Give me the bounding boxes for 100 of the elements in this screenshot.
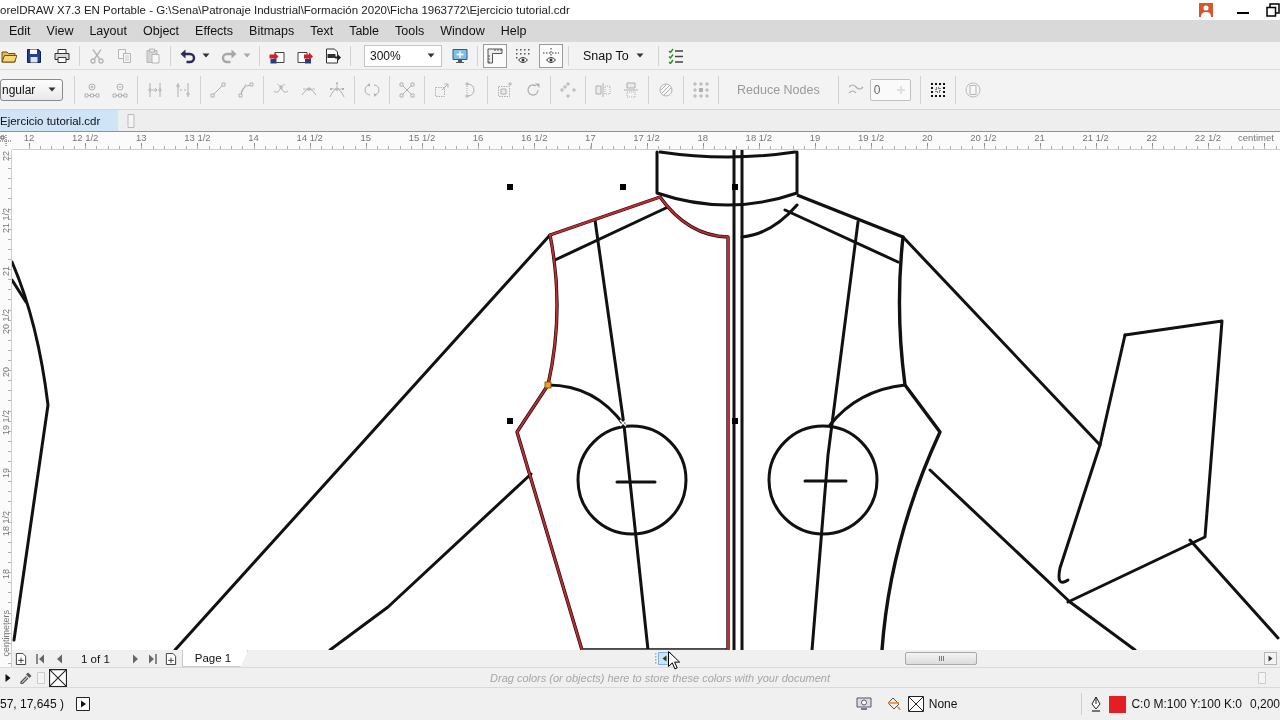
selection-handle[interactable]	[507, 418, 513, 424]
center-mark-icon	[619, 419, 627, 427]
menu-item[interactable]: Table	[341, 23, 388, 39]
ruler-label: 12	[23, 132, 35, 143]
rotate-arrow-icon	[525, 81, 541, 98]
user-avatar-icon[interactable]	[1199, 3, 1213, 17]
scroll-thumb[interactable]	[905, 652, 977, 665]
ruler-label: 22	[1146, 132, 1158, 143]
display-icon[interactable]	[855, 696, 872, 712]
scattered-nodes-icon	[560, 81, 576, 98]
crossed-lines-icon	[399, 81, 415, 98]
ruler-label: 15	[360, 132, 372, 143]
blank-page-icon[interactable]	[127, 113, 135, 128]
undo-icon	[180, 47, 196, 64]
ruler-label: 22	[0, 151, 11, 161]
grip-dots-icon	[654, 653, 657, 664]
cursor-position: 57, 17,645 )	[0, 697, 65, 711]
ruler-label: 20 1/2	[970, 132, 997, 143]
ruler-label: 20	[921, 132, 933, 143]
pen-nib-icon[interactable]	[1090, 696, 1103, 712]
select-all-nodes-icon	[929, 81, 946, 98]
outline-color-values: C:0 M:100 Y:100 K:0	[1131, 697, 1242, 711]
node-marker-icon[interactable]	[544, 381, 552, 389]
document-arrow-icon	[325, 47, 341, 64]
mouse-cursor-icon	[668, 651, 680, 670]
stretch-arrow-icon	[434, 81, 450, 98]
spinner-icon	[895, 84, 906, 95]
first-page-icon[interactable]	[36, 653, 45, 664]
ruler-label: 19	[0, 467, 11, 478]
scissors-icon	[89, 47, 105, 64]
menu-item[interactable]: Effects	[187, 23, 242, 39]
selection-handle[interactable]	[620, 184, 626, 190]
left-arrow-icon	[662, 655, 667, 662]
restore-icon[interactable]	[1266, 3, 1280, 17]
zoom-level-dropdown[interactable]: 300%	[364, 44, 442, 67]
ruler-label: 14	[248, 132, 259, 143]
ruler-label: 17	[585, 132, 596, 143]
clipboard-icon	[145, 47, 161, 64]
curve-icon	[238, 81, 254, 98]
ruler-label: 21 1/2	[0, 207, 11, 233]
straight-line-icon	[210, 81, 226, 98]
paint-bucket-icon[interactable]	[885, 696, 902, 712]
previous-page-icon[interactable]	[56, 653, 63, 664]
last-page-icon[interactable]	[147, 653, 157, 664]
ruler-label: 19	[809, 132, 821, 143]
monitor-icon	[452, 47, 468, 64]
guidelines-button[interactable]	[539, 43, 563, 68]
menu-item[interactable]: Help	[492, 23, 535, 39]
ruler-origin-icon[interactable]	[0, 135, 12, 147]
caret-icon	[635, 53, 644, 58]
no-color-swatch[interactable]	[49, 668, 67, 687]
menu-item[interactable]: View	[38, 23, 82, 39]
menu-item[interactable]: Layout	[81, 23, 135, 39]
menu-item[interactable]: Bitmaps	[241, 23, 303, 39]
ruler-label: 18 1/2	[0, 510, 11, 536]
eyedropper-icon[interactable]	[20, 671, 32, 684]
align-nodes-icon	[497, 81, 513, 98]
add-page-icon[interactable]	[164, 652, 177, 665]
add-node-icon	[84, 81, 100, 98]
copy-icon	[117, 47, 133, 64]
selection-handle[interactable]	[732, 418, 738, 424]
add-page-icon[interactable]	[15, 652, 27, 665]
ruler-label: 19 1/2	[0, 409, 11, 435]
break-curve-icon	[175, 81, 191, 98]
snap-to-dropdown[interactable]: Snap To	[578, 43, 649, 68]
window-title: orelDRAW X7.3 EN Portable - G:\Sena\Patronaje Industrial\Formación 2020\Ficha 1963772\Ejercicio tutorial.cdr	[0, 4, 571, 16]
selection-mode-dropdown[interactable]: ngular	[0, 78, 63, 101]
palette-arrow-icon[interactable]	[5, 672, 11, 683]
scroll-right-button[interactable]	[1264, 652, 1277, 665]
ruler-label: 19 1/2	[857, 132, 885, 143]
ruler-label: 18	[0, 568, 11, 579]
menu-item[interactable]: Object	[134, 23, 188, 39]
document-tab[interactable]: Ejercicio tutorial.cdr	[0, 110, 118, 131]
mirror-vertical-icon	[623, 81, 639, 98]
page-tab[interactable]: Page 1	[181, 650, 249, 667]
menu-item[interactable]: Edit	[1, 23, 39, 39]
reverse-arrows-icon	[364, 81, 380, 98]
ruler-label: 22 1/2	[1194, 132, 1222, 143]
delete-node-icon	[112, 81, 128, 98]
right-arrow-icon	[1268, 655, 1273, 662]
menu-item[interactable]: Window	[432, 23, 493, 39]
next-page-icon[interactable]	[131, 653, 139, 664]
rulers-button[interactable]	[483, 43, 507, 68]
menu-item[interactable]: Tools	[387, 23, 433, 39]
ruler-label: 16 1/2	[521, 132, 548, 143]
checklist-icon	[667, 47, 684, 64]
selection-handle[interactable]	[507, 184, 513, 190]
closed-curve-icon	[462, 81, 478, 98]
play-button-icon[interactable]	[76, 697, 91, 711]
ruler-label: 18	[697, 132, 708, 143]
ruler-label: 13 1/2	[184, 132, 211, 143]
menu-item[interactable]: Text	[302, 23, 342, 39]
empty-swatch-icon	[1258, 671, 1266, 684]
ruler-label: 21 1/2	[1082, 132, 1109, 143]
no-color-swatch	[907, 696, 924, 712]
ruler-label: 21	[0, 265, 11, 276]
ruler-label: 20	[0, 366, 11, 377]
selection-handle[interactable]	[732, 184, 738, 190]
node-grid-icon	[693, 81, 709, 98]
drawing-canvas[interactable]	[12, 150, 1280, 650]
